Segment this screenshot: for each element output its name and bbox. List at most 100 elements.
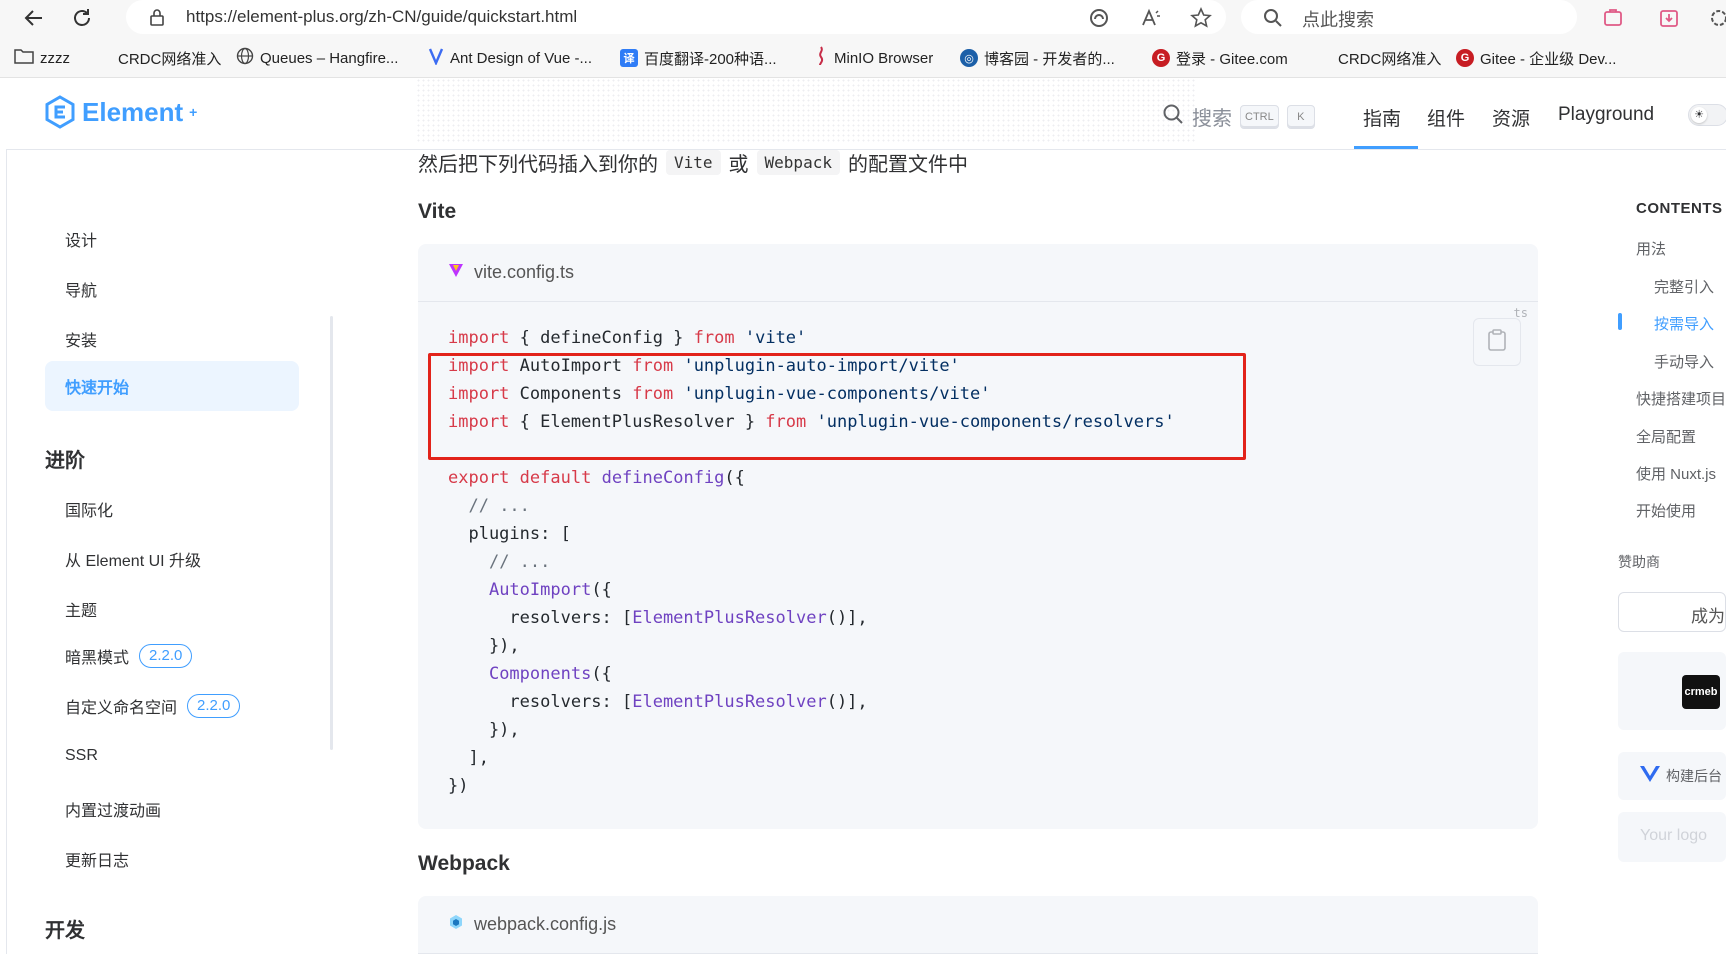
- sponsor-vue-text: 构建后台: [1666, 768, 1722, 784]
- toc-item-manual-import[interactable]: 手动导入: [1654, 351, 1714, 372]
- sidebar-item-theme[interactable]: 主题: [65, 597, 97, 621]
- toc-item-on-demand[interactable]: 按需导入: [1654, 313, 1714, 334]
- sidebar-item-navigation[interactable]: 导航: [65, 277, 97, 301]
- bookmark-label: Ant Design of Vue -...: [450, 49, 593, 67]
- code-card-header: webpack.config.js: [418, 896, 1538, 954]
- sponsor-crmeb[interactable]: crmeb: [1618, 652, 1726, 730]
- search-label: 搜索: [1192, 108, 1232, 130]
- sidebar-item-transitions[interactable]: 内置过渡动画: [65, 797, 161, 821]
- sidebar-group-advanced: 进阶: [45, 450, 85, 472]
- nav-active-indicator: [1354, 146, 1418, 149]
- bookmark-item[interactable]: G 登录 - Gitee.com: [1152, 47, 1288, 69]
- browser-search-box[interactable]: [1241, 0, 1577, 34]
- sidebar-item-design[interactable]: 设计: [65, 227, 97, 251]
- nav-guide[interactable]: 指南: [1363, 104, 1401, 131]
- element-plus-logo[interactable]: Element +: [44, 95, 197, 129]
- bookmark-label: 博客园 - 开发者的...: [984, 50, 1115, 68]
- sidebar-scrollbar[interactable]: [330, 316, 333, 750]
- download-icon[interactable]: [1656, 5, 1682, 31]
- sidebar-group-dev: 开发: [45, 920, 85, 942]
- copy-code-button[interactable]: [1473, 318, 1521, 366]
- toc-item-full-import[interactable]: 完整引入: [1654, 276, 1714, 297]
- doc-search-button[interactable]: 搜索 CTRL K: [1162, 102, 1315, 131]
- toc-item-nuxt[interactable]: 使用 Nuxt.js: [1636, 463, 1716, 484]
- logo-plus: +: [189, 104, 198, 120]
- sun-icon: ☀: [1691, 107, 1707, 123]
- kbd-k: K: [1286, 104, 1315, 129]
- element-logo-icon: [45, 95, 75, 129]
- vue-logo-icon: [1640, 765, 1660, 788]
- bookmark-label: CRDC网络准入: [118, 50, 222, 68]
- sidebar-item-installation[interactable]: 安装: [65, 327, 97, 351]
- sidebar-item-changelog[interactable]: 更新日志: [65, 847, 129, 871]
- bookmark-item[interactable]: CRDC网络准入: [1338, 47, 1441, 69]
- minio-icon: [814, 46, 828, 70]
- sponsor-vue-admin[interactable]: 构建后台: [1618, 752, 1726, 800]
- edge-icon[interactable]: [1086, 5, 1112, 31]
- heading-vite: Vite: [418, 200, 457, 223]
- clipboard-icon: [1486, 328, 1508, 357]
- bookmark-item[interactable]: ◎ 博客园 - 开发者的...: [960, 47, 1115, 69]
- version-badge: 2.2.0: [139, 644, 193, 668]
- webpack-icon: [448, 914, 464, 935]
- sidebar-item-label: 自定义命名空间: [65, 700, 178, 717]
- bookmark-item[interactable]: Ant Design of Vue -...: [428, 47, 592, 69]
- sponsor-placeholder-text: Your logo: [1640, 827, 1708, 844]
- refresh-icon[interactable]: [68, 4, 96, 32]
- red-highlight-annotation: [428, 353, 1246, 460]
- sidebar-item-namespace[interactable]: 自定义命名空间 2.2.0: [65, 694, 241, 718]
- bookmark-item[interactable]: G Gitee - 企业级 Dev...: [1456, 47, 1616, 69]
- bookmark-item[interactable]: zzzz: [14, 47, 70, 69]
- toc-item-usage[interactable]: 用法: [1636, 238, 1666, 259]
- read-aloud-icon[interactable]: [1138, 5, 1164, 31]
- webpack-code-card: webpack.config.js: [418, 896, 1538, 954]
- toc-title: CONTENTS: [1636, 200, 1723, 217]
- sidebar-item-quickstart[interactable]: 快速开始: [45, 361, 299, 411]
- intro-text: 或: [728, 154, 749, 176]
- sidebar-item-ssr[interactable]: SSR: [65, 747, 98, 765]
- logo-text: Element: [82, 96, 184, 127]
- bookmark-label: zzzz: [40, 49, 70, 67]
- gitee-icon: G: [1152, 49, 1170, 67]
- toc-item-getting-started[interactable]: 开始使用: [1636, 500, 1696, 521]
- vite-icon: [448, 262, 464, 283]
- code-filename: webpack.config.js: [474, 914, 617, 934]
- star-icon[interactable]: [1188, 5, 1214, 31]
- bookmarks-bar: zzzz CRDC网络准入 Queues – Hangfire... Ant D…: [0, 36, 1726, 78]
- vite-code-card: vite.config.ts ts import { defineConfig …: [418, 244, 1538, 829]
- back-arrow-icon[interactable]: [20, 4, 48, 32]
- toc-item-global-config[interactable]: 全局配置: [1636, 426, 1696, 447]
- bookmark-item[interactable]: 译 百度翻译-200种语...: [620, 47, 777, 69]
- bookmark-item[interactable]: Queues – Hangfire...: [236, 47, 398, 69]
- code-filename: vite.config.ts: [474, 262, 575, 282]
- cnblogs-icon: ◎: [960, 49, 978, 67]
- heading-webpack: Webpack: [418, 852, 510, 875]
- browser-search-placeholder[interactable]: 点此搜索: [1302, 6, 1374, 32]
- browser-toolbar: https://element-plus.org/zh-CN/guide/qui…: [0, 0, 1726, 36]
- bookmark-item[interactable]: CRDC网络准入: [118, 47, 221, 69]
- version-badge: 2.2.0: [187, 694, 241, 718]
- theme-toggle[interactable]: ☀: [1688, 104, 1726, 126]
- bookmark-label: CRDC网络准入: [1338, 50, 1442, 68]
- folder-icon: [14, 48, 34, 68]
- nav-component[interactable]: 组件: [1427, 104, 1465, 131]
- toc-item-starter[interactable]: 快捷搭建项目: [1636, 388, 1726, 409]
- header-dot-pattern: [416, 78, 1196, 142]
- sidebar-item-dark-mode[interactable]: 暗黑模式 2.2.0: [65, 644, 193, 668]
- settings-icon[interactable]: [1706, 5, 1726, 31]
- become-sponsor-button[interactable]: 成为: [1618, 592, 1726, 632]
- antdv-icon: [428, 47, 444, 69]
- nav-playground[interactable]: Playground: [1558, 104, 1654, 126]
- nav-resource[interactable]: 资源: [1492, 104, 1530, 131]
- url-text[interactable]: https://element-plus.org/zh-CN/guide/qui…: [186, 7, 577, 27]
- sidebar-item-i18n[interactable]: 国际化: [65, 497, 113, 521]
- lock-icon[interactable]: [148, 8, 166, 26]
- crmeb-logo-icon: crmeb: [1682, 675, 1720, 709]
- bookmark-item[interactable]: MinIO Browser: [814, 46, 934, 70]
- bookmark-label: MinIO Browser: [834, 49, 934, 67]
- collections-icon[interactable]: [1600, 5, 1626, 31]
- sidebar-item-migration[interactable]: 从 Element UI 升级: [65, 547, 201, 571]
- sponsor-placeholder[interactable]: Your logo: [1618, 812, 1726, 862]
- bookmark-label: 百度翻译-200种语...: [644, 50, 777, 68]
- intro-paragraph: 然后把下列代码插入到你的 Vite 或 Webpack 的配置文件中: [418, 148, 968, 177]
